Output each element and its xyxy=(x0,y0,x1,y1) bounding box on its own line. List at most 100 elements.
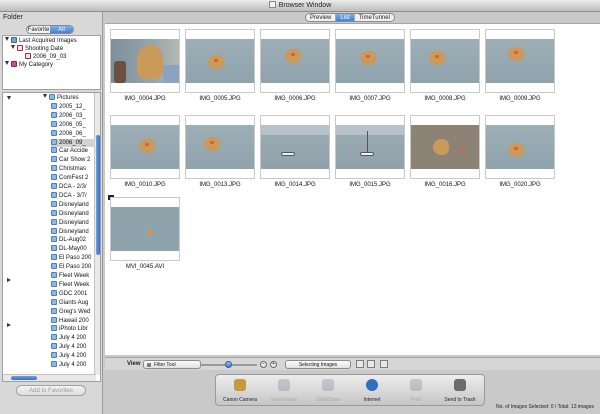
thumbnail-frame[interactable] xyxy=(260,115,330,179)
folder-tree-item[interactable]: Disneyland xyxy=(51,209,95,218)
rotate-left-icon[interactable] xyxy=(356,360,364,368)
add-to-favorites-button[interactable]: Add to Favorites xyxy=(16,385,86,396)
folder-tree-item[interactable]: July 4 200 xyxy=(51,343,95,351)
thumbnail-item[interactable]: IMG_0013.JPG xyxy=(182,112,255,190)
thumbnail-item[interactable]: IMG_0005.JPG xyxy=(182,26,255,104)
trash-action-button[interactable]: Send to Trash xyxy=(440,379,480,403)
shortcut-tree-item[interactable]: My Category xyxy=(5,61,53,69)
folder-tree-item[interactable]: Disneyland xyxy=(51,227,95,236)
thumbnail-image[interactable] xyxy=(111,207,179,251)
thumbnail-frame[interactable] xyxy=(185,29,255,93)
thumbnail-image[interactable] xyxy=(111,125,179,169)
tab-preview[interactable]: Preview xyxy=(306,14,335,21)
thumbnail-frame[interactable] xyxy=(185,115,255,179)
thumbnail-item[interactable]: IMG_0016.JPG xyxy=(407,112,480,190)
zoom-out-icon[interactable]: − xyxy=(260,361,267,368)
globe-action-button[interactable]: Internet xyxy=(352,379,392,403)
shortcut-tree-item[interactable]: Shooting Date xyxy=(11,45,63,53)
thumbnail-frame[interactable] xyxy=(485,115,555,179)
folder-tree-item[interactable]: ComFest 2 xyxy=(51,174,95,182)
disclosure-triangle-icon[interactable] xyxy=(7,278,11,283)
folder-tree-item[interactable]: 2006_09_ xyxy=(51,138,95,147)
thumbnail-image[interactable] xyxy=(261,125,329,169)
thumbnail-image[interactable] xyxy=(486,125,554,169)
info-panel-icon[interactable] xyxy=(380,360,388,368)
folder-tree-item[interactable]: July 4 200 xyxy=(51,334,95,342)
folder-tree-item[interactable]: DCA - 2/3/ xyxy=(51,183,95,191)
thumbnail-image[interactable] xyxy=(261,39,329,83)
folder-tree-item[interactable]: Hawaii 200 xyxy=(51,316,95,325)
folder-tree-item[interactable]: DL-Aug02 xyxy=(51,236,95,244)
folder-tree-item[interactable]: 2006_05_ xyxy=(51,120,95,129)
folder-tree-item[interactable]: Disneyland xyxy=(51,200,95,209)
folder-tree-item[interactable]: Christmas xyxy=(51,165,95,173)
disclosure-triangle-icon[interactable] xyxy=(11,45,15,49)
thumbnail-frame[interactable] xyxy=(110,115,180,179)
folder-tree-item[interactable]: Car Show 2 xyxy=(51,156,95,164)
folder-tree-item[interactable]: Fleet Week xyxy=(51,280,95,289)
selecting-images-dropdown[interactable]: Selecting Images xyxy=(285,360,351,369)
horizontal-scroll-thumb[interactable] xyxy=(11,376,37,380)
thumbnail-image[interactable] xyxy=(336,125,404,169)
folder-tree-item[interactable]: El Paso 200 xyxy=(51,263,95,271)
folder-tree-item[interactable]: July 4 200 xyxy=(51,352,95,360)
zoom-slider-knob[interactable] xyxy=(225,361,232,368)
thumbnail-item[interactable]: IMG_0004.JPG xyxy=(107,26,180,104)
folder-tree-item[interactable]: Disneyland xyxy=(51,218,95,227)
folder-tree-item[interactable]: July 4 200 xyxy=(51,361,95,369)
camera-action-button[interactable]: Canon Camera xyxy=(220,379,260,403)
folder-tree-item[interactable]: DCA - 3/7/ xyxy=(51,191,95,200)
thumbnail-image[interactable] xyxy=(411,125,479,169)
thumbnail-item[interactable]: IMG_0008.JPG xyxy=(407,26,480,104)
filter-tool-dropdown[interactable]: Filter Tool xyxy=(143,360,201,369)
thumbnail-item[interactable]: IMG_0009.JPG xyxy=(482,26,555,104)
folder-tree-item[interactable]: GDC 2001 xyxy=(51,289,95,298)
tab-all[interactable]: All xyxy=(50,26,73,33)
disclosure-triangle-icon[interactable] xyxy=(5,37,9,41)
thumbnail-item[interactable]: IMG_0007.JPG xyxy=(332,26,405,104)
printer-action-button[interactable]: Print xyxy=(396,379,436,403)
folder-tree-item[interactable]: Fleet Week xyxy=(51,272,95,280)
thumbnail-item[interactable]: IMG_0020.JPG xyxy=(482,112,555,190)
thumbnail-frame[interactable] xyxy=(335,115,405,179)
thumbnail-frame[interactable] xyxy=(110,197,180,261)
folder-tree-item[interactable]: 2005_12_ xyxy=(51,102,95,111)
thumbnail-image[interactable] xyxy=(411,39,479,83)
disclosure-triangle-icon[interactable] xyxy=(43,94,47,98)
folder-tree-item[interactable]: 2006_06_ xyxy=(51,129,95,138)
thumbnail-image[interactable] xyxy=(186,39,254,83)
folder-tree-item[interactable]: Car Accide xyxy=(51,147,95,155)
vertical-scroll-thumb[interactable] xyxy=(96,135,100,255)
zoom-slider[interactable] xyxy=(201,361,257,368)
folder-tree-root[interactable]: Pictures xyxy=(43,94,95,102)
shortcut-tree-item[interactable]: 2006_09_03 xyxy=(25,53,66,61)
disclosure-triangle-icon[interactable] xyxy=(7,322,11,327)
thumbnail-item[interactable]: IMG_0010.JPG xyxy=(107,112,180,190)
thumbnail-image[interactable] xyxy=(336,39,404,83)
folder-tree-item[interactable]: iPhoto Libr xyxy=(51,325,95,333)
thumbnail-frame[interactable] xyxy=(485,29,555,93)
thumbnail-item[interactable]: MVI_0045.AVI xyxy=(107,194,180,272)
thumbnail-frame[interactable] xyxy=(260,29,330,93)
thumbnail-image[interactable] xyxy=(111,39,179,83)
thumbnail-frame[interactable] xyxy=(110,29,180,93)
thumbnail-item[interactable]: IMG_0015.JPG xyxy=(332,112,405,190)
thumbnail-frame[interactable] xyxy=(335,29,405,93)
thumbnail-image[interactable] xyxy=(186,125,254,169)
tab-favorite[interactable]: Favorite xyxy=(27,26,50,33)
tab-timetunnel[interactable]: TimeTunnel xyxy=(353,14,394,21)
tab-list[interactable]: List xyxy=(335,14,354,21)
folder-tree-item[interactable]: El Paso 200 xyxy=(51,254,95,262)
thumbnail-item[interactable]: IMG_0014.JPG xyxy=(257,112,330,190)
folder-tree-item[interactable]: 2006_03_ xyxy=(51,111,95,120)
disclosure-triangle-icon[interactable] xyxy=(5,61,9,65)
thumbnail-image[interactable] xyxy=(486,39,554,83)
rotate-right-icon[interactable] xyxy=(367,360,375,368)
horizontal-scrollbar[interactable] xyxy=(3,374,96,381)
folder-tree-item[interactable]: Giants Aug xyxy=(51,298,95,307)
folder-tree-item[interactable]: Greg's Wed xyxy=(51,307,95,316)
view-image-action-button[interactable]: View Image xyxy=(264,379,304,403)
zoom-in-icon[interactable]: + xyxy=(270,361,277,368)
shortcut-tree-item[interactable]: Last Acquired Images xyxy=(5,37,77,45)
thumbnail-item[interactable]: IMG_0006.JPG xyxy=(257,26,330,104)
